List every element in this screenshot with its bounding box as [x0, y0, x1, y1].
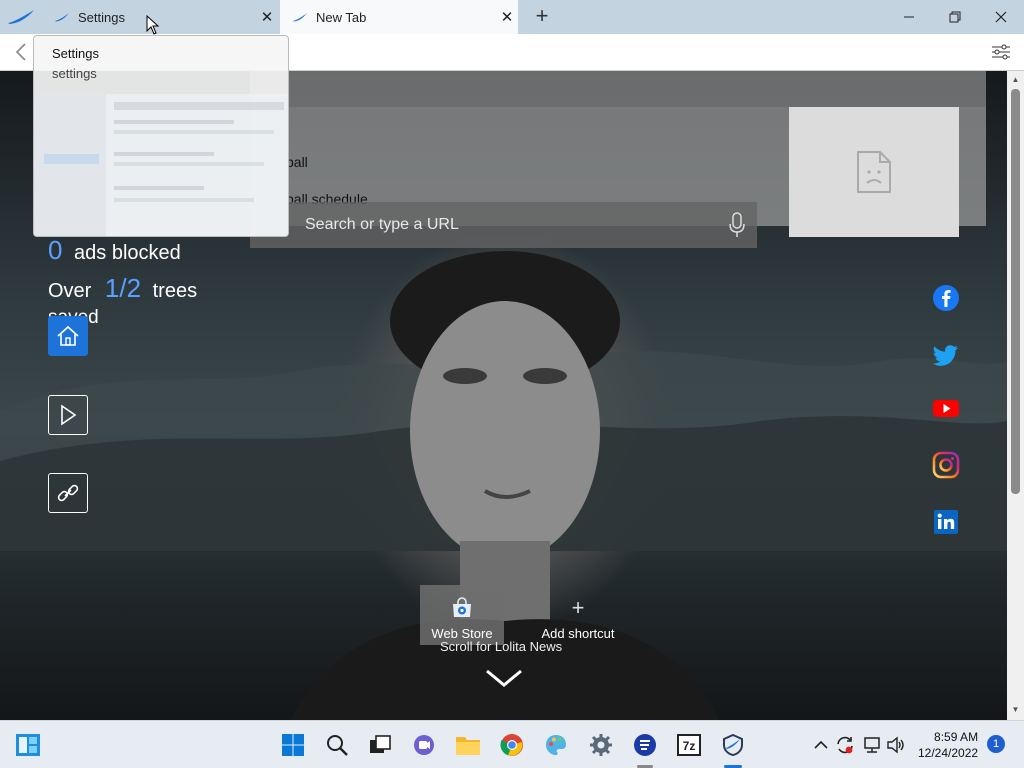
vpn-button[interactable] [631, 731, 659, 759]
sliders-icon[interactable] [990, 42, 1012, 62]
folder-icon [456, 737, 480, 755]
clock-date: 12/24/2022 [918, 746, 979, 760]
microphone-icon [729, 212, 745, 237]
web-store-shortcut[interactable]: Web Store [420, 585, 504, 645]
sync-icon [837, 736, 853, 754]
new-tab-button[interactable]: + [530, 5, 554, 29]
search-icon [327, 735, 348, 756]
tab-new-tab[interactable]: New Tab ✕ [280, 0, 518, 34]
newtab-favicon-icon [293, 13, 307, 22]
browser-shield-icon [723, 733, 743, 757]
show-hidden-icons-button[interactable] [811, 735, 831, 755]
svg-text:7z: 7z [683, 739, 696, 753]
start-button[interactable] [279, 731, 307, 759]
trees-prefix: Over [48, 280, 92, 302]
browser-button[interactable] [719, 731, 747, 759]
chrome-icon [500, 734, 523, 756]
tab-settings[interactable]: Settings ✕ [42, 0, 278, 34]
settings-app-button[interactable] [587, 731, 615, 759]
suggestion-item[interactable]: ball [286, 154, 308, 170]
instagram-icon[interactable] [932, 451, 960, 479]
tab-title: Settings [78, 9, 125, 25]
tab-title: New Tab [316, 9, 367, 25]
network-icon [864, 737, 880, 753]
minimize-button[interactable] [886, 0, 932, 34]
close-tab-icon[interactable]: ✕ [256, 8, 278, 26]
linkedin-icon[interactable] [932, 508, 960, 536]
maximize-button[interactable] [932, 0, 978, 34]
widgets-button[interactable] [14, 731, 42, 759]
settings-favicon-icon [55, 13, 69, 22]
twitter-icon[interactable] [932, 341, 960, 369]
system-clock[interactable]: 8:59 AM 12/24/2022 [918, 729, 978, 761]
widgets-icon [16, 734, 40, 756]
preview-subtitle: settings [52, 66, 97, 81]
preview-title: Settings [52, 46, 99, 61]
scrollbar-thumb[interactable] [1011, 89, 1020, 494]
ads-blocked-stat: 0 ads blocked [48, 235, 181, 266]
trees-saved-count: 1/2 [104, 273, 142, 303]
microphone-button[interactable] [717, 202, 757, 248]
suggestion-panel-top [250, 71, 986, 107]
preview-thumbnail [34, 94, 288, 236]
7zip-button[interactable]: 7z [675, 731, 703, 759]
restore-icon [949, 11, 961, 23]
link-button[interactable] [48, 473, 88, 513]
task-view-icon [370, 735, 391, 753]
youtube-icon[interactable] [932, 394, 960, 422]
news-scroll-label[interactable]: Scroll for Lolita News [440, 639, 562, 654]
notification-badge[interactable]: 1 [987, 735, 1005, 753]
paint-button[interactable] [542, 731, 570, 759]
home-button[interactable] [48, 316, 88, 356]
web-store-icon [450, 596, 474, 620]
tab-hover-preview: Settings settings [33, 35, 289, 237]
network-tray-button[interactable] [862, 735, 882, 755]
browser-logo-icon[interactable] [6, 8, 36, 26]
gear-icon [590, 734, 612, 756]
play-button[interactable] [48, 395, 88, 435]
windows-start-icon [282, 734, 304, 756]
minimize-icon [904, 16, 914, 18]
search-bar[interactable] [250, 202, 757, 248]
close-window-button[interactable] [978, 0, 1024, 34]
back-arrow-icon[interactable] [12, 42, 32, 62]
broken-image-icon [857, 151, 891, 193]
close-tab-icon[interactable]: ✕ [496, 8, 518, 26]
broken-image [789, 107, 959, 237]
scroll-up-icon[interactable]: ▲ [1011, 75, 1020, 84]
scroll-down-icon[interactable]: ▼ [1011, 705, 1020, 714]
chevron-down-icon[interactable] [484, 667, 524, 689]
trees-label: trees [152, 280, 198, 302]
shield-icon [634, 734, 656, 756]
search-button[interactable] [323, 731, 351, 759]
link-icon [57, 484, 79, 502]
chat-button[interactable] [410, 731, 438, 759]
home-icon [57, 325, 79, 346]
volume-tray-button[interactable] [886, 735, 906, 755]
play-icon [61, 404, 77, 426]
chrome-button[interactable] [498, 731, 526, 759]
trees-saved-stat: Over 1/2 trees [48, 273, 197, 304]
scrollbar[interactable]: ▲ ▼ [1007, 71, 1024, 720]
close-icon [995, 11, 1007, 23]
paint-palette-icon [546, 735, 566, 755]
add-shortcut-button[interactable]: + Add shortcut [535, 585, 621, 645]
search-input[interactable] [250, 202, 717, 248]
mouse-cursor-icon [146, 15, 160, 35]
chevron-up-icon [814, 740, 828, 749]
taskbar: 7z 8:59 AM 12/24/2022 1 [0, 720, 1024, 768]
sync-tray-button[interactable] [835, 735, 855, 755]
plus-icon: + [571, 595, 585, 620]
ads-blocked-label: ads blocked [74, 242, 181, 264]
speaker-icon [887, 736, 904, 754]
chat-icon [414, 735, 434, 755]
clock-time: 8:59 AM [934, 730, 979, 744]
task-view-button[interactable] [366, 731, 394, 759]
ads-blocked-count: 0 [48, 235, 63, 265]
facebook-icon[interactable] [932, 284, 960, 312]
file-explorer-button[interactable] [454, 731, 482, 759]
7zip-icon: 7z [677, 734, 701, 756]
